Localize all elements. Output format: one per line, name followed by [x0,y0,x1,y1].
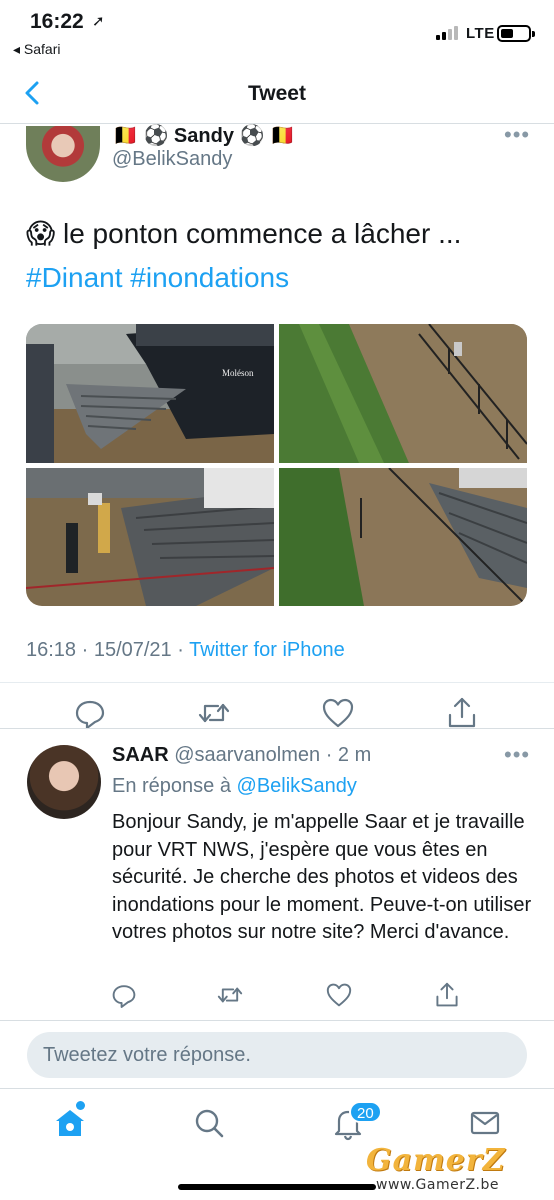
messages-icon[interactable] [467,1105,503,1141]
reply-icon[interactable] [70,693,110,733]
back-to-safari-link[interactable]: ◂ Safari [13,41,61,58]
location-arrow-icon: ➚ [92,13,105,30]
home-icon[interactable] [52,1105,88,1141]
reply-icon[interactable] [108,979,140,1011]
reply-header: SAAR @saarvanolmen · 2 m [112,744,371,767]
photo-4[interactable] [279,468,527,606]
reply-tweet: SAAR @saarvanolmen · 2 m ••• En réponse … [0,728,554,1020]
like-heart-icon[interactable] [323,979,355,1011]
share-icon[interactable] [442,693,482,733]
retweet-icon[interactable] [214,979,246,1011]
photo-grid: Moléson [26,324,527,606]
reply-author-meta: @saarvanolmen · 2 m [168,744,372,766]
home-indicator [178,1184,376,1190]
status-time: 16:22 [30,10,84,33]
photo-2[interactable] [279,324,527,463]
replying-to-handle[interactable]: @BelikSandy [237,775,357,797]
search-icon[interactable] [191,1105,227,1141]
author-handle[interactable]: @BelikSandy [112,148,232,171]
network-type: LTE [466,25,495,42]
boat-name-label: Moléson [222,368,254,378]
more-options-icon[interactable]: ••• [504,742,530,768]
reply-author-name[interactable]: SAAR [112,744,169,766]
reply-actions [0,979,554,1015]
battery-icon [497,25,535,42]
page-title: Tweet [248,82,306,105]
notification-badge: 20 [349,1101,382,1123]
tweet-text: 😱 le ponton commence a lâcher ... #Dinan… [26,218,462,293]
tweet-actions [0,682,554,730]
tab-bar: 20 GamerZ www.GamerZ.be [0,1088,554,1200]
watermark-url: www.GamerZ.be [376,1177,499,1193]
retweet-icon[interactable] [194,693,234,733]
reply-input[interactable] [43,1032,513,1078]
tweet-source-link[interactable]: Twitter for iPhone [189,639,345,661]
photo-1[interactable]: Moléson [26,324,274,463]
cell-signal-icon [436,26,462,40]
reply-input-container [27,1032,527,1078]
photo-3[interactable] [26,468,274,606]
scream-emoji: 😱 [26,218,56,249]
avatar[interactable] [27,745,101,819]
hashtag-links[interactable]: #Dinant #inondations [26,262,289,293]
reply-text: Bonjour Sandy, je m'appelle Saar et je t… [112,811,532,943]
tweet-timestamp: 16:18 · 15/07/21 · Twitter for iPhone [26,639,345,661]
share-icon[interactable] [431,979,463,1011]
replying-to: En réponse à @BelikSandy [112,775,357,797]
status-bar: 16:22 ➚ ◂ Safari LTE [0,0,554,62]
reply-composer [0,1020,554,1088]
like-heart-icon[interactable] [318,693,358,733]
new-content-dot [76,1101,85,1110]
author-name[interactable]: 🇧🇪 ⚽ Sandy ⚽ 🇧🇪 [113,123,295,148]
watermark-logo: GamerZ [366,1143,506,1178]
avatar[interactable] [26,126,100,182]
navigation-bar: Tweet [0,62,554,124]
more-options-icon[interactable]: ••• [504,122,530,148]
